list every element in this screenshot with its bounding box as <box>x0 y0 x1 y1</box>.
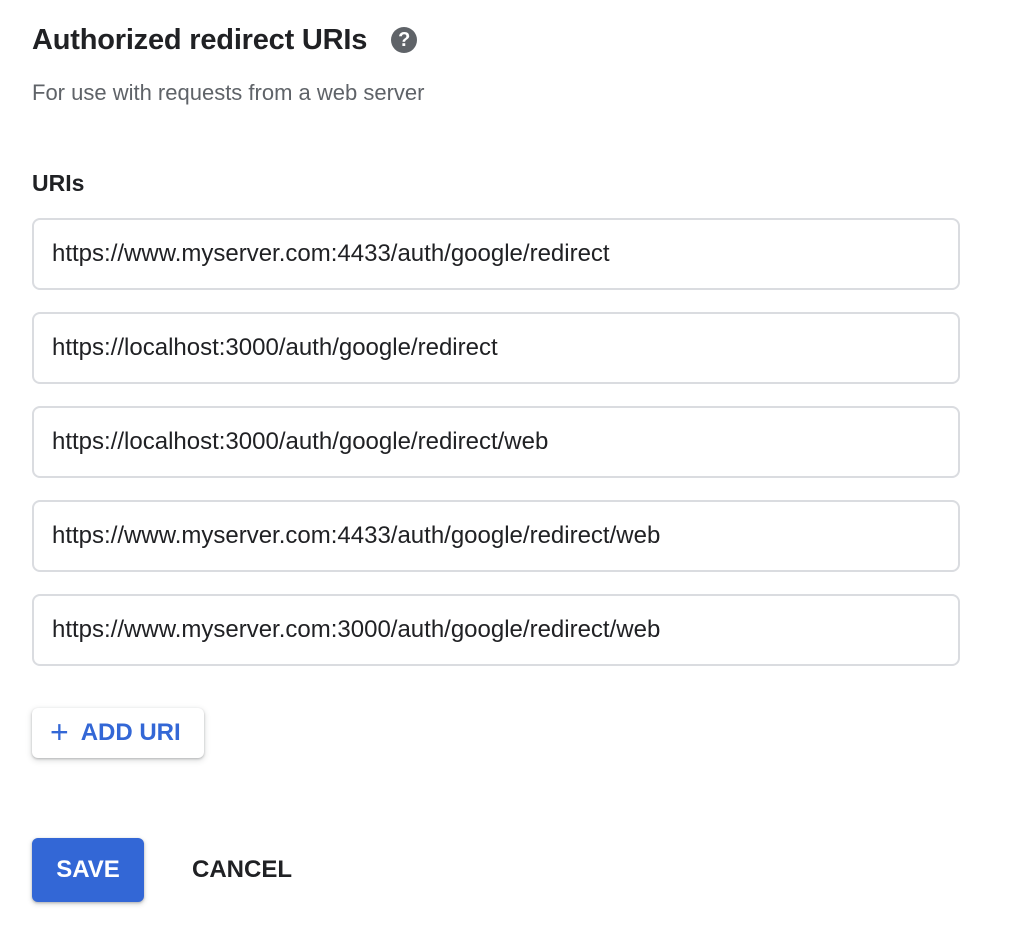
uri-input-2[interactable] <box>32 312 960 384</box>
uris-label: URIs <box>32 170 85 196</box>
section-subtitle: For use with requests from a web server <box>32 80 425 105</box>
uri-input-3[interactable] <box>32 406 960 478</box>
uri-input-4[interactable] <box>32 500 960 572</box>
section-header: Authorized redirect URIs ? <box>32 20 418 60</box>
add-uri-button[interactable]: + ADD URI <box>32 708 204 758</box>
help-icon[interactable]: ? <box>391 27 418 53</box>
uri-list <box>32 218 960 688</box>
cancel-button[interactable]: CANCEL <box>176 838 308 902</box>
plus-icon: + <box>50 714 69 750</box>
uri-input-1[interactable] <box>32 218 960 290</box>
save-button[interactable]: SAVE <box>32 838 144 902</box>
uri-input-5[interactable] <box>32 594 960 666</box>
add-uri-label: ADD URI <box>80 719 181 746</box>
section-title: Authorized redirect URIs <box>32 23 368 56</box>
